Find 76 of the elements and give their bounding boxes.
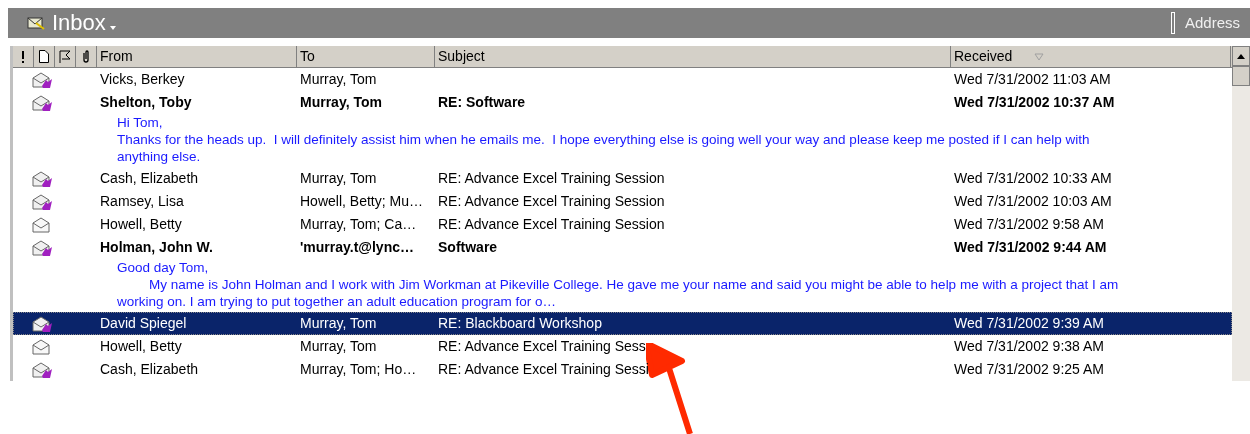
- scroll-up-button[interactable]: [1232, 46, 1250, 66]
- replied-envelope-icon: [31, 70, 53, 89]
- subject-cell-text: RE: Advance Excel Training Session: [437, 215, 666, 234]
- to-cell-text: Murray, Tom; Ho…: [299, 360, 418, 379]
- from-cell-text: Cash, Elizabeth: [99, 360, 200, 379]
- received-cell-text: Wed 7/31/2002 9:58 AM: [953, 215, 1105, 234]
- subject-cell-text: RE: Advance Excel Training Session: [437, 169, 666, 188]
- preview-text: My name is John Holman and I work with Jim Workman at Pikeville College. He gave me your name and said you might be able to help me with a project that I am: [148, 276, 1120, 293]
- to-cell-text: Murray, Tom: [299, 93, 383, 112]
- replied-envelope-icon: [31, 169, 53, 188]
- replied-envelope-icon: [31, 192, 53, 211]
- flag-icon: [59, 50, 71, 63]
- to-cell-text: Murray, Tom: [299, 314, 378, 333]
- from-cell-text: Holman, John W.: [99, 238, 214, 257]
- column-header[interactable]: To: [297, 46, 435, 67]
- dropdown-arrow-icon[interactable]: [108, 25, 117, 31]
- from-cell-text: Cash, Elizabeth: [99, 169, 200, 188]
- message-row[interactable]: Shelton, Toby Murray, Tom RE: Software Wed 7/31/2002 10:37 AM: [13, 91, 1232, 114]
- from-cell-text: Shelton, Toby: [99, 93, 193, 112]
- open-envelope-icon: [31, 337, 53, 356]
- from-cell-text: Howell, Betty: [99, 215, 183, 234]
- column-header[interactable]: Subject: [435, 46, 951, 67]
- preview-text: working on. I am trying to put together an adult education program for o…: [117, 293, 557, 310]
- received-cell-text: Wed 7/31/2002 11:03 AM: [953, 70, 1112, 89]
- from-cell-text: Ramsey, Lisa: [99, 192, 185, 211]
- preview-text: Thanks for the heads up. I will definitely assist him when he emails me. I hope everything else is going well your way and please keep me posted if I can help with: [117, 131, 1091, 148]
- preview-text: anything else.: [117, 148, 202, 165]
- subject-cell-text: RE: Advance Excel Training Sessi: [437, 360, 650, 379]
- up-arrow-icon: [1237, 53, 1245, 59]
- subject-cell-text: RE: Software: [437, 93, 527, 112]
- column-header[interactable]: From: [97, 46, 297, 67]
- preview-text: Hi Tom,: [117, 114, 164, 131]
- paperclip-icon: [82, 50, 90, 63]
- received-cell-text: Wed 7/31/2002 10:37 AM: [953, 93, 1116, 112]
- message-row[interactable]: Howell, Betty Murray, Tom; Ca… RE: Advance Excel Training Session Wed 7/31/2002 9:58 AM: [13, 213, 1232, 236]
- message-row[interactable]: Ramsey, Lisa Howell, Betty; Mu… RE: Advance Excel Training Session Wed 7/31/2002 10:03 AM: [13, 190, 1232, 213]
- open-envelope-icon: [31, 215, 53, 234]
- subject-cell-text: RE: Blackboard Workshop: [437, 314, 603, 333]
- message-row[interactable]: Holman, John W. 'murray.t@lync… Software Wed 7/31/2002 9:44 AM: [13, 236, 1232, 259]
- scrollbar[interactable]: [1232, 46, 1250, 381]
- received-cell-text: Wed 7/31/2002 10:03 AM: [953, 192, 1113, 211]
- from-cell-text: Vicks, Berkey: [99, 70, 186, 89]
- column-header[interactable]: Received: [951, 46, 1231, 67]
- to-cell-text: 'murray.t@lync…: [299, 238, 415, 257]
- message-row[interactable]: Vicks, Berkey Murray, Tom Wed 7/31/2002 11:03 AM: [13, 68, 1232, 91]
- inbox-folder-icon: [26, 15, 46, 31]
- preview-text: Good day Tom,: [117, 259, 210, 276]
- subject-cell-text: RE: Advance Excel Training Sess: [437, 337, 647, 356]
- sort-triangle-icon: [1034, 52, 1045, 61]
- document-icon: [39, 50, 49, 63]
- address-label[interactable]: Address: [1184, 11, 1240, 35]
- message-row[interactable]: David Spiegel Murray, Tom RE: Blackboard Workshop Wed 7/31/2002 9:39 AM: [13, 312, 1232, 335]
- subject-cell-text: RE: Advance Excel Training Session: [437, 192, 666, 211]
- importance-icon: [21, 50, 25, 63]
- from-cell-text: Howell, Betty: [99, 337, 183, 356]
- folder-title[interactable]: Inbox: [52, 12, 106, 34]
- message-row[interactable]: Howell, Betty Murray, Tom RE: Advance Excel Training Sess Wed 7/31/2002 9:38 AM: [13, 335, 1232, 358]
- replied-envelope-icon: [31, 314, 53, 333]
- scroll-thumb[interactable]: [1232, 66, 1250, 86]
- message-row[interactable]: Cash, Elizabeth Murray, Tom; Ho… RE: Advance Excel Training Sessi Wed 7/31/2002 9:25 AM: [13, 358, 1232, 381]
- from-cell-text: David Spiegel: [99, 314, 188, 333]
- received-cell-text: Wed 7/31/2002 9:44 AM: [953, 238, 1108, 257]
- message-row[interactable]: Cash, Elizabeth Murray, Tom RE: Advance Excel Training Session Wed 7/31/2002 10:33 AM: [13, 167, 1232, 190]
- received-cell-text: Wed 7/31/2002 9:25 AM: [953, 360, 1105, 379]
- to-cell-text: Howell, Betty; Mu…: [299, 192, 424, 211]
- to-cell-text: Murray, Tom; Ca…: [299, 215, 418, 234]
- replied-envelope-icon: [31, 93, 53, 112]
- to-cell-text: Murray, Tom: [299, 337, 378, 356]
- received-cell-text: Wed 7/31/2002 9:38 AM: [953, 337, 1105, 356]
- replied-envelope-icon: [31, 360, 53, 379]
- to-cell-text: Murray, Tom: [299, 70, 378, 89]
- replied-envelope-icon: [31, 238, 53, 257]
- received-cell-text: Wed 7/31/2002 10:33 AM: [953, 169, 1113, 188]
- subject-cell-text: Software: [437, 238, 499, 257]
- received-cell-text: Wed 7/31/2002 9:39 AM: [953, 314, 1105, 333]
- to-cell-text: Murray, Tom: [299, 169, 378, 188]
